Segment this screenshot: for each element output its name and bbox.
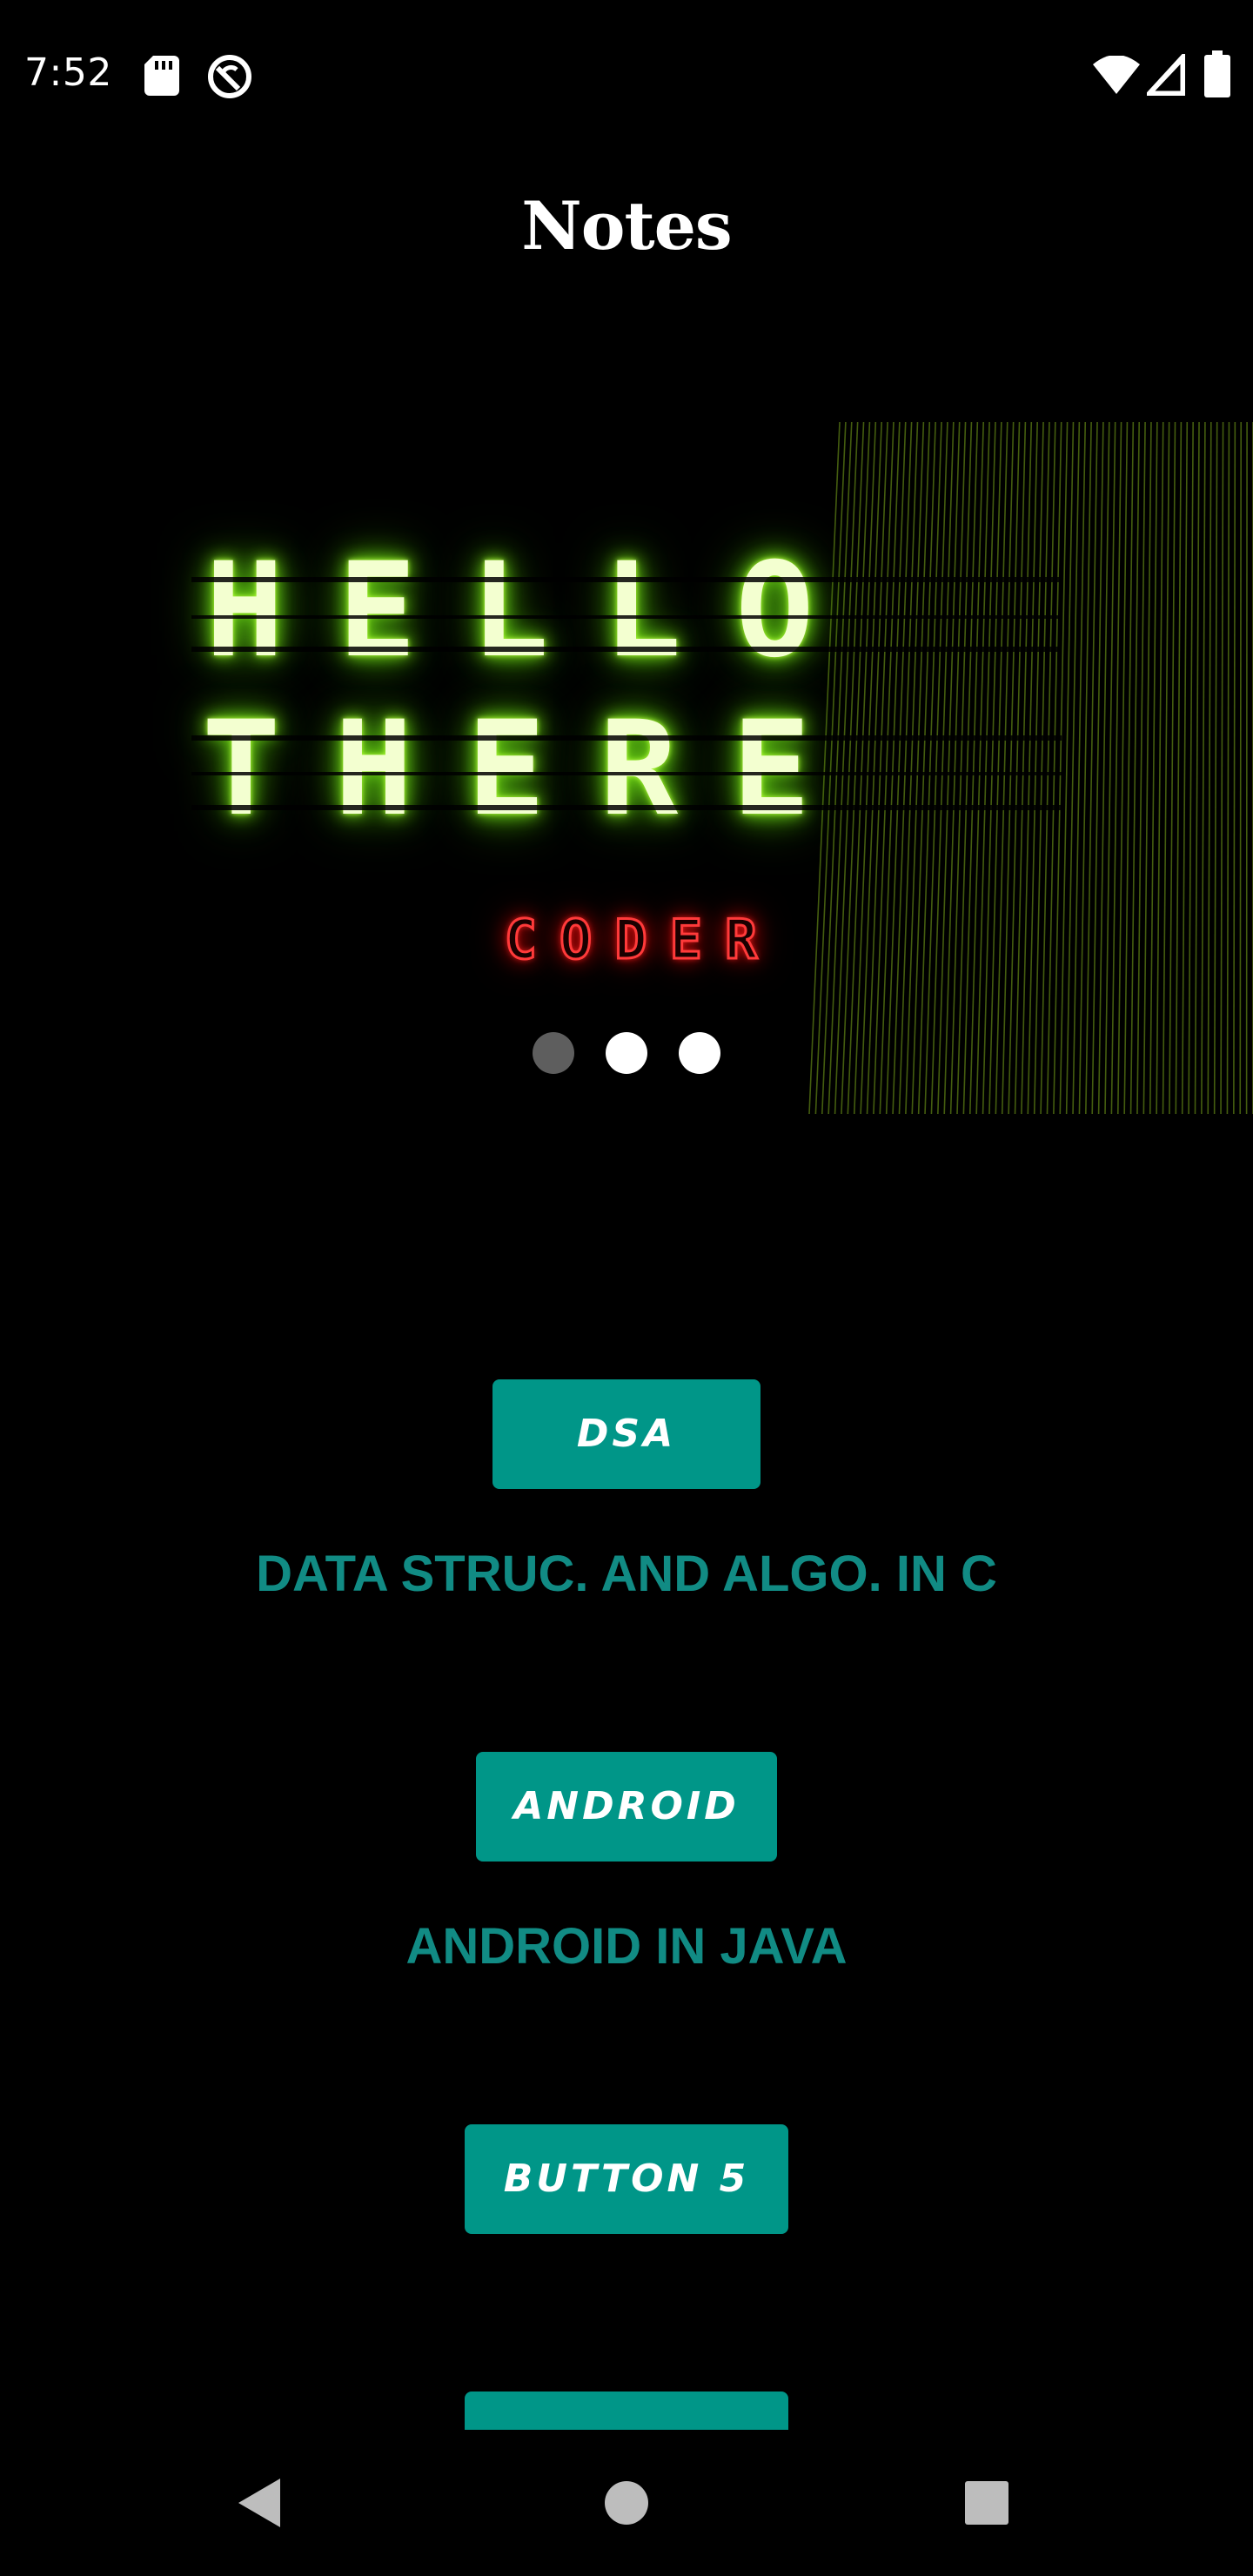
glitch-slice	[191, 735, 1062, 741]
status-time: 7:52	[24, 50, 112, 95]
button-5[interactable]: BUTTON 5	[465, 2124, 788, 2234]
signal-icon	[1147, 54, 1185, 96]
sync-icon	[208, 55, 251, 98]
carousel-dot-2[interactable]	[606, 1032, 647, 1074]
glitch-slice	[191, 772, 1062, 775]
battery-icon	[1204, 50, 1230, 97]
recents-icon[interactable]	[964, 2480, 1009, 2526]
banner-subtitle: CODER	[503, 907, 781, 973]
dsa-caption: DATA STRUC. AND ALGO. IN C	[256, 1546, 997, 1602]
android-button[interactable]: ANDROID	[476, 1752, 777, 1862]
back-icon[interactable]	[235, 2475, 287, 2531]
wifi-icon	[1093, 56, 1140, 94]
android-caption: ANDROID IN JAVA	[405, 1918, 848, 1975]
banner-line2: THERE	[202, 694, 865, 845]
banner-line1: HELLO	[205, 535, 868, 687]
app-title: Notes	[521, 187, 732, 265]
banner-carousel[interactable]: HELLO THERE CODER	[0, 422, 1253, 1114]
dsa-button[interactable]: DSA	[492, 1379, 761, 1489]
glitch-slice	[191, 615, 1062, 619]
sd-card-icon	[144, 56, 179, 96]
navigation-bar	[0, 2430, 1253, 2576]
carousel-indicator	[0, 1032, 1253, 1076]
carousel-dot-3[interactable]	[679, 1032, 720, 1074]
glitch-slice	[191, 647, 1062, 652]
carousel-dot-1[interactable]	[533, 1032, 574, 1074]
status-bar: 7:52	[0, 0, 1253, 148]
glitch-slice	[191, 805, 1062, 810]
glitch-slice	[191, 577, 1062, 582]
button-6[interactable]	[465, 2392, 788, 2430]
home-icon[interactable]	[604, 2480, 649, 2526]
